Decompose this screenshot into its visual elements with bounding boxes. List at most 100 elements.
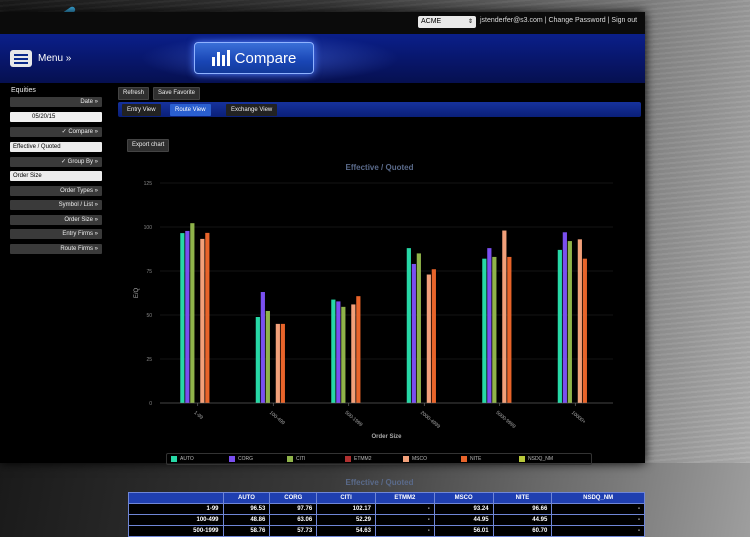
table-cell: 57.73 xyxy=(269,525,318,537)
bar-citi xyxy=(265,310,270,403)
legend-swatch xyxy=(403,456,409,462)
legend-item[interactable]: CITI xyxy=(287,456,345,462)
bar-corg xyxy=(336,301,341,403)
legend-swatch xyxy=(519,456,525,462)
export-chart-button[interactable]: Export chart xyxy=(127,139,170,152)
route-firms-button[interactable]: Route Firms » xyxy=(10,244,102,254)
table-row: 100-499 48.86 63.06 52.29-44.95 44.95- xyxy=(128,514,645,526)
legend-item[interactable]: ETMM2 xyxy=(345,456,403,462)
table-cell: 1-99 xyxy=(128,503,224,515)
table-cell: - xyxy=(551,514,645,526)
table-cell: 93.24 xyxy=(433,503,494,515)
y-axis-label: E/Q xyxy=(134,288,140,299)
table-cell: 102.17 xyxy=(316,503,376,515)
legend-label: MSCO xyxy=(412,456,427,462)
table-header-cell: ETMM2 xyxy=(374,492,435,504)
table-cell: 48.86 xyxy=(222,514,271,526)
bar-msco xyxy=(200,238,205,403)
chart-legend: AUTO CORG CITI ETMM2 MSCO NITE NSDQ_NM xyxy=(166,453,592,465)
menu-icon xyxy=(10,49,32,67)
bar-citi xyxy=(190,223,195,403)
bar-msco xyxy=(502,230,507,403)
y-tick-label: 25 xyxy=(146,357,152,363)
bar-citi xyxy=(492,256,497,403)
table-header-cell: NITE xyxy=(492,492,553,504)
table-cell: 54.63 xyxy=(316,525,376,537)
tab-exchange-view[interactable]: Exchange View xyxy=(226,104,278,116)
account-select[interactable]: ACME ⇕ xyxy=(418,16,476,28)
y-tick-label: 100 xyxy=(144,225,153,231)
x-tick-label: 1-99 xyxy=(192,410,204,421)
app-window: ACME ⇕ jstenderfer@s3.com | Change Passw… xyxy=(0,12,645,537)
table-header-cell: CITI xyxy=(316,492,376,504)
data-table: AUTO CORG CITI ETMM2 MSCO NITE NSDQ_NM 1-99 96.5… xyxy=(128,492,645,537)
bar-nite xyxy=(582,258,587,403)
bar-corg xyxy=(185,230,190,403)
bar-auto xyxy=(331,299,336,403)
menu-button[interactable]: Menu » xyxy=(10,46,71,70)
app-header: Menu » Compare xyxy=(0,34,645,83)
top-bar: ACME ⇕ jstenderfer@s3.com | Change Passw… xyxy=(0,12,645,34)
compare-button[interactable]: Compare xyxy=(194,42,314,74)
legend-label: NSDQ_NM xyxy=(528,456,554,462)
table-cell: - xyxy=(374,503,435,515)
table-cell: - xyxy=(374,514,435,526)
bar-corg xyxy=(411,263,416,403)
legend-item[interactable]: MSCO xyxy=(403,456,461,462)
bar-auto xyxy=(557,249,562,403)
separator: | xyxy=(607,17,610,24)
account-select-value: ACME xyxy=(421,18,442,25)
tab-route-view[interactable]: Route View xyxy=(170,104,211,116)
table-header-cell: NSDQ_NM xyxy=(551,492,645,504)
order-types-button[interactable]: Order Types » xyxy=(10,186,102,196)
entry-firms-button[interactable]: Entry Firms » xyxy=(10,229,102,239)
bar-auto xyxy=(482,258,487,403)
compare-select[interactable]: Effective / Quoted xyxy=(10,142,102,152)
x-tick-label: 2000-4999 xyxy=(419,410,441,430)
legend-item[interactable]: AUTO xyxy=(171,456,229,462)
legend-label: NITE xyxy=(470,456,482,462)
bar-msco xyxy=(351,304,356,403)
group-by-select[interactable]: Order Size xyxy=(10,171,102,181)
x-tick-label: 100-499 xyxy=(268,410,286,427)
date-field[interactable]: 05/20/15 xyxy=(10,112,102,122)
legend-label: CORG xyxy=(238,456,253,462)
table-cell: 56.01 xyxy=(433,525,494,537)
tab-entry-view[interactable]: Entry View xyxy=(122,104,161,116)
table-cell: 96.53 xyxy=(222,503,271,515)
table-cell: - xyxy=(551,525,645,537)
bar-msco xyxy=(577,239,582,403)
sign-out-link[interactable]: Sign out xyxy=(611,17,637,24)
change-password-link[interactable]: Change Password xyxy=(548,17,605,24)
bar-corg xyxy=(562,232,567,403)
date-button[interactable]: Date » xyxy=(10,97,102,107)
bar-auto xyxy=(255,317,260,403)
group-by-button[interactable]: ✓ Group By » xyxy=(10,157,102,167)
bar-auto xyxy=(180,233,185,403)
legend-swatch xyxy=(287,456,293,462)
bar-nite xyxy=(507,256,512,403)
table-cell: 44.95 xyxy=(492,514,553,526)
refresh-button[interactable]: Refresh xyxy=(118,87,150,100)
legend-item[interactable]: NSDQ_NM xyxy=(519,456,577,462)
legend-label: ETMM2 xyxy=(354,456,372,462)
table-cell: - xyxy=(551,503,645,515)
bar-chart-icon xyxy=(211,50,230,66)
legend-item[interactable]: NITE xyxy=(461,456,519,462)
legend-label: CITI xyxy=(296,456,306,462)
x-tick-label: 10000+ xyxy=(570,410,587,425)
legend-item[interactable]: CORG xyxy=(229,456,287,462)
main-panel: Refresh Save Favorite Entry View Route V… xyxy=(118,83,645,537)
order-size-button[interactable]: Order Size » xyxy=(10,215,102,225)
compare-filter-button[interactable]: ✓ Compare » xyxy=(10,127,102,137)
sidebar: Equities Date » 05/20/15 ✓ Compare » Eff… xyxy=(0,83,110,463)
legend-swatch xyxy=(345,456,351,462)
bar-auto xyxy=(406,248,411,403)
table-header-cell: AUTO xyxy=(222,492,271,504)
bar-nite xyxy=(280,323,285,403)
save-favorite-button[interactable]: Save Favorite xyxy=(153,87,201,100)
bar-nite xyxy=(205,232,210,403)
symbol-list-button[interactable]: Symbol / List » xyxy=(10,200,102,210)
table-header-cell: CORG xyxy=(269,492,318,504)
table-header-row: AUTO CORG CITI ETMM2 MSCO NITE NSDQ_NM xyxy=(128,492,645,504)
